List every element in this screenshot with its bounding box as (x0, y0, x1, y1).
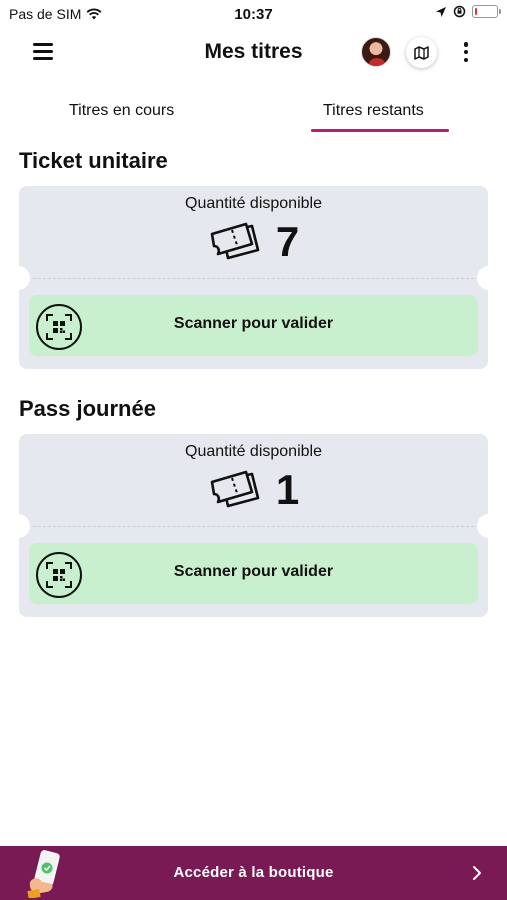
tab-titres-restants[interactable]: Titres restants (323, 102, 424, 120)
section-title-pass-journee: Pass journée (19, 396, 156, 421)
app-header: Mes titres (0, 30, 507, 76)
ticket-notch (477, 514, 489, 538)
scan-to-validate-button[interactable]: Scanner pour valider (29, 295, 478, 356)
ticket-perforation (33, 278, 474, 279)
more-vertical-icon (463, 49, 469, 55)
more-options-button[interactable] (462, 40, 470, 64)
quantity-value: 1 (275, 466, 300, 513)
status-bar: Pas de SIM 10:37 (0, 0, 507, 28)
clock: 10:37 (234, 6, 273, 23)
ticket-notch (18, 514, 30, 538)
ticket-notch (477, 266, 489, 290)
shop-label: Accéder à la boutique (173, 864, 334, 881)
ticket-perforation (33, 526, 474, 527)
ticket-notch (18, 266, 30, 290)
scan-label: Scanner pour valider (173, 315, 334, 332)
battery-level (474, 7, 477, 15)
more-vertical-icon (463, 42, 469, 47)
quantity-row: 1 (19, 466, 488, 514)
section-title-ticket-unitaire: Ticket unitaire (19, 148, 168, 173)
quantity-value: 7 (275, 218, 300, 265)
more-vertical-icon (463, 57, 469, 62)
ticket-card: Quantité disponible 1 Scanner pour valid… (18, 434, 489, 617)
quantity-row: 7 (19, 218, 488, 266)
chevron-right-icon (473, 866, 481, 880)
orientation-lock-icon (453, 5, 466, 18)
quantity-label: Quantité disponible (185, 195, 322, 212)
avatar[interactable] (361, 37, 391, 67)
tab-titres-en-cours[interactable]: Titres en cours (69, 102, 174, 120)
map-button[interactable] (406, 37, 437, 68)
tab-bar: Titres en cours Titres restants (0, 98, 507, 134)
battery-icon (472, 5, 501, 18)
status-indicators (435, 5, 501, 18)
active-tab-indicator (311, 129, 449, 132)
quantity-label: Quantité disponible (185, 443, 322, 460)
ticket-icon (210, 470, 260, 508)
ticket-card: Quantité disponible 7 Scanner pour valid… (18, 186, 489, 369)
shop-access-button[interactable]: Accéder à la boutique (0, 846, 507, 900)
scan-label: Scanner pour valider (173, 563, 334, 580)
ticket-icon (210, 222, 260, 260)
map-icon (414, 45, 429, 60)
scan-to-validate-button[interactable]: Scanner pour valider (29, 543, 478, 604)
location-arrow-icon (436, 6, 446, 17)
